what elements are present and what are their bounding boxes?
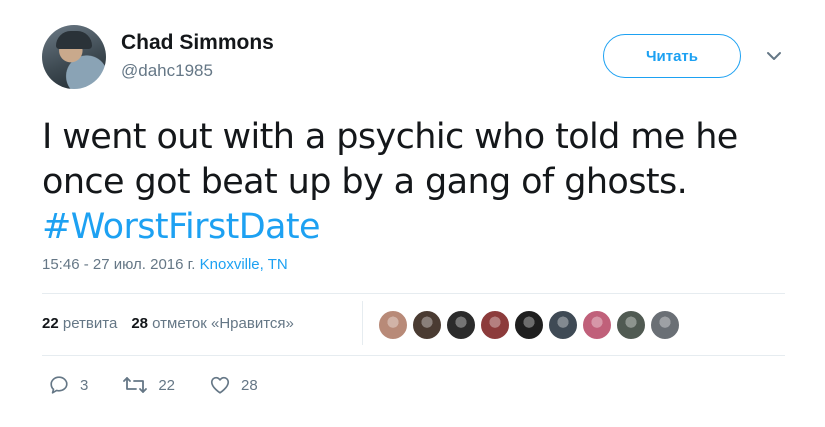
timestamp[interactable]: 15:46 - 27 июл. 2016 г.	[42, 256, 195, 273]
user-name[interactable]: Chad Simmons	[121, 31, 274, 55]
tweet-meta: 15:46 - 27 июл. 2016 г. Knoxville, TN	[42, 256, 288, 273]
reply-icon	[50, 376, 68, 394]
likes-label: отметок «Нравится»	[152, 315, 294, 332]
divider	[42, 355, 785, 356]
liker-avatar[interactable]	[581, 309, 613, 341]
liker-avatar[interactable]	[615, 309, 647, 341]
liker-avatar[interactable]	[479, 309, 511, 341]
reply-count: 3	[80, 376, 89, 394]
tweet-text: I went out with a psychic who told me he…	[42, 115, 782, 250]
follow-button[interactable]: Читать	[603, 34, 741, 78]
tweet-actions: 3 22 28	[48, 374, 292, 396]
liker-avatar[interactable]	[547, 309, 579, 341]
hashtag-link[interactable]: #WorstFirstDate	[42, 205, 782, 250]
retweets-label: ретвита	[62, 315, 118, 332]
likers-avatars	[377, 309, 681, 341]
heart-icon	[210, 376, 230, 394]
tweet-text-line: once got beat up by a gang of ghosts.	[42, 162, 688, 202]
reply-button[interactable]: 3	[48, 374, 88, 396]
user-handle[interactable]: @dahc1985	[121, 61, 213, 81]
retweet-count: 22	[158, 376, 176, 394]
avatar-cap-shape	[56, 31, 92, 49]
liker-avatar[interactable]	[649, 309, 681, 341]
retweet-icon	[123, 377, 148, 393]
retweets-stat[interactable]: 22 ретвита	[42, 315, 117, 332]
liker-avatar[interactable]	[411, 309, 443, 341]
like-button[interactable]: 28	[209, 374, 258, 396]
avatar[interactable]	[42, 25, 106, 89]
tweet-card: Chad Simmons @dahc1985 Читать I went out…	[0, 0, 825, 427]
stats-separator	[362, 301, 363, 345]
tweet-text-line: I went out with a psychic who told me he	[42, 117, 738, 157]
divider	[42, 293, 785, 294]
likes-count: 28	[131, 315, 148, 332]
liker-avatar[interactable]	[513, 309, 545, 341]
tweet-stats: 22 ретвита 28 отметок «Нравится»	[42, 315, 294, 332]
retweet-button[interactable]: 22	[122, 374, 175, 396]
location-link[interactable]: Knoxville, TN	[200, 256, 288, 273]
retweets-count: 22	[42, 315, 59, 332]
liker-avatar[interactable]	[445, 309, 477, 341]
chevron-down-icon[interactable]	[764, 46, 784, 66]
liker-avatar[interactable]	[377, 309, 409, 341]
like-count: 28	[241, 376, 258, 394]
likes-stat[interactable]: 28 отметок «Нравится»	[131, 315, 294, 332]
